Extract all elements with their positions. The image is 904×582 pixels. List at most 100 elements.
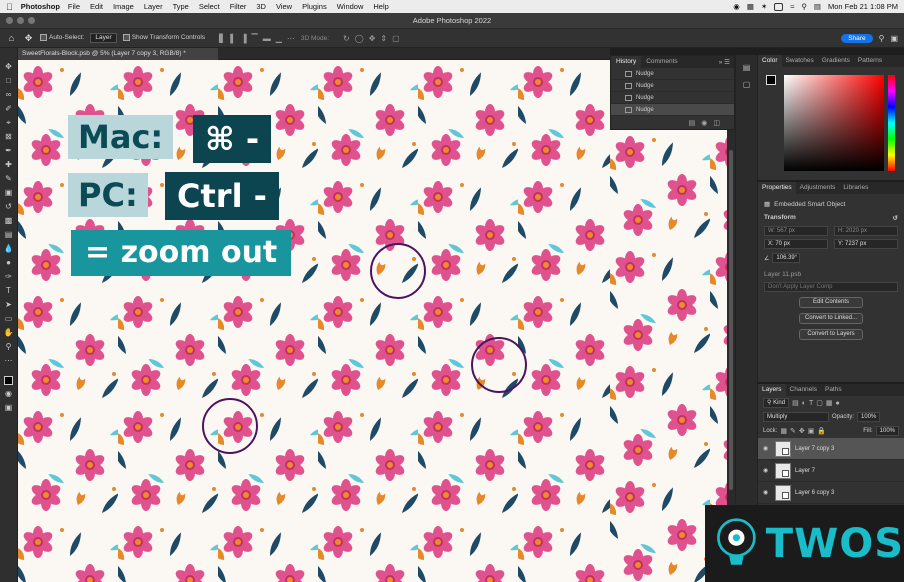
comments-panel-icon[interactable]: ▢ <box>743 80 751 89</box>
hand-tool-icon[interactable]: ✋ <box>4 328 14 338</box>
menu-select[interactable]: Select <box>199 2 220 11</box>
filter-smart-object-icon[interactable]: ▦ <box>826 399 833 407</box>
history-item-selected[interactable]: Nudge <box>611 104 734 116</box>
menu-3d[interactable]: 3D <box>256 2 266 11</box>
foreground-color-swatch[interactable] <box>4 376 13 385</box>
lock-transparency-icon[interactable]: ▦ <box>780 427 787 435</box>
menu-extra-icon[interactable]: ▦ <box>747 2 754 11</box>
tab-layers[interactable]: Layers <box>758 384 786 396</box>
minimize-window-button[interactable] <box>17 17 24 24</box>
quick-select-tool-icon[interactable]: ✐ <box>4 104 14 114</box>
align-middle-icon[interactable]: ▬ <box>263 34 271 43</box>
height-field[interactable]: H: 2020 px <box>834 226 898 236</box>
frame-tool-icon[interactable]: ⊠ <box>4 132 14 142</box>
new-document-icon[interactable]: ▤ <box>689 119 696 127</box>
zoom-tool-icon[interactable]: ⚲ <box>4 342 14 352</box>
auto-select-checkbox[interactable]: Auto-Select: <box>40 34 84 42</box>
layer-row-selected[interactable]: ◉ Layer 7 copy 3 <box>758 438 904 460</box>
foreground-color-swatch[interactable] <box>766 75 776 85</box>
tab-history[interactable]: History <box>611 56 642 68</box>
tab-channels[interactable]: Channels <box>786 384 821 396</box>
lasso-tool-icon[interactable]: ∞ <box>4 90 14 100</box>
document-tab[interactable]: SweetFlorals-Block.psb @ 5% (Layer 7 cop… <box>18 48 218 60</box>
quick-mask-icon[interactable]: ◉ <box>4 389 14 399</box>
3d-roll-icon[interactable]: ◯ <box>355 34 364 43</box>
pen-tool-icon[interactable]: ✑ <box>4 272 14 282</box>
align-right-icon[interactable]: ▐ <box>241 34 247 43</box>
tab-comments[interactable]: Comments <box>641 56 682 68</box>
filter-toggle-icon[interactable]: ● <box>835 400 839 407</box>
control-center-icon[interactable]: ▤ <box>814 2 821 11</box>
align-left-icon[interactable]: ▋ <box>219 34 225 43</box>
align-center-icon[interactable]: ▌ <box>230 34 236 43</box>
bluetooth-icon[interactable]: ✶ <box>761 2 767 11</box>
move-tool-icon[interactable]: ✥ <box>23 33 34 44</box>
tab-properties[interactable]: Properties <box>758 182 796 194</box>
eye-icon[interactable]: ◉ <box>763 489 771 496</box>
healing-brush-tool-icon[interactable]: ✚ <box>4 160 14 170</box>
filter-shape-icon[interactable]: ▢ <box>816 399 823 407</box>
tab-gradients[interactable]: Gradients <box>818 55 854 67</box>
tab-paths[interactable]: Paths <box>821 384 846 396</box>
blur-tool-icon[interactable]: 💧 <box>4 244 14 254</box>
align-top-icon[interactable]: ▔ <box>252 34 258 43</box>
history-item[interactable]: Nudge <box>611 80 734 92</box>
layer-kind-filter[interactable]: ⚲ Kind <box>763 398 790 408</box>
marquee-tool-icon[interactable]: □ <box>4 76 14 86</box>
reset-transform-icon[interactable]: ↺ <box>893 214 898 222</box>
filter-type-icon[interactable]: T <box>809 400 813 407</box>
layer-row[interactable]: ◉ Layer 6 copy 3 <box>758 482 904 504</box>
menu-type[interactable]: Type <box>173 2 189 11</box>
eyedropper-tool-icon[interactable]: ✒ <box>4 146 14 156</box>
width-field[interactable]: W: 567 px <box>764 226 828 236</box>
menu-help[interactable]: Help <box>373 2 388 11</box>
blend-mode-dropdown[interactable]: Multiply <box>763 412 829 422</box>
3d-drag-icon[interactable]: ✥ <box>369 34 376 43</box>
3d-slide-icon[interactable]: ⇕ <box>380 34 387 43</box>
scrollbar-thumb[interactable] <box>729 150 733 490</box>
eraser-tool-icon[interactable]: ▩ <box>4 216 14 226</box>
menu-app-name[interactable]: Photoshop <box>21 2 60 11</box>
x-field[interactable]: X: 70 px <box>764 239 828 249</box>
wifi-icon[interactable]: ≈ <box>790 2 794 11</box>
distribute-icon[interactable]: ⋯ <box>287 34 295 43</box>
share-button[interactable]: Share <box>841 33 873 43</box>
opacity-field[interactable]: 100% <box>857 412 881 422</box>
dodge-tool-icon[interactable]: ● <box>4 258 14 268</box>
search-icon[interactable]: ⚲ <box>801 2 807 11</box>
align-bottom-icon[interactable]: ▁ <box>276 34 282 43</box>
hue-slider[interactable] <box>888 75 895 171</box>
edit-contents-button[interactable]: Edit Contents <box>799 297 863 308</box>
more-tools-icon[interactable]: ⋯ <box>4 356 14 366</box>
apple-icon[interactable]:  <box>6 2 13 12</box>
history-item[interactable]: Nudge <box>611 92 734 104</box>
layer-comp-dropdown[interactable]: Don't Apply Layer Comp <box>764 282 898 292</box>
menu-view[interactable]: View <box>276 2 292 11</box>
menu-file[interactable]: File <box>68 2 80 11</box>
layer-name[interactable]: Layer 7 copy 3 <box>795 446 834 452</box>
rectangle-tool-icon[interactable]: ▭ <box>4 314 14 324</box>
screen-mode-icon[interactable]: ▣ <box>4 403 14 413</box>
lock-move-icon[interactable]: ✥ <box>799 427 805 435</box>
zoom-window-button[interactable] <box>28 17 35 24</box>
auto-select-dropdown[interactable]: Layer <box>90 33 117 43</box>
history-panel-icon[interactable]: ▤ <box>743 63 751 72</box>
history-item[interactable]: Nudge <box>611 68 734 80</box>
lock-all-icon[interactable]: 🔒 <box>817 427 826 435</box>
menu-plugins[interactable]: Plugins <box>302 2 327 11</box>
filter-pixel-icon[interactable]: ▤ <box>792 399 799 407</box>
clone-stamp-tool-icon[interactable]: ▣ <box>4 188 14 198</box>
y-field[interactable]: Y: 7237 px <box>834 239 898 249</box>
tab-libraries[interactable]: Libraries <box>839 182 872 194</box>
convert-to-layers-button[interactable]: Convert to Layers <box>799 329 863 340</box>
eye-icon[interactable]: ◉ <box>763 445 771 452</box>
lock-paint-icon[interactable]: ✎ <box>790 427 796 435</box>
history-brush-tool-icon[interactable]: ↺ <box>4 202 14 212</box>
menu-window[interactable]: Window <box>337 2 364 11</box>
layer-name[interactable]: Layer 6 copy 3 <box>795 490 834 496</box>
menu-filter[interactable]: Filter <box>230 2 247 11</box>
move-tool-icon[interactable]: ✥ <box>4 62 14 72</box>
transform-controls-checkbox[interactable]: Show Transform Controls <box>122 34 205 42</box>
3d-scale-icon[interactable]: ▢ <box>392 34 400 43</box>
path-select-tool-icon[interactable]: ➤ <box>4 300 14 310</box>
